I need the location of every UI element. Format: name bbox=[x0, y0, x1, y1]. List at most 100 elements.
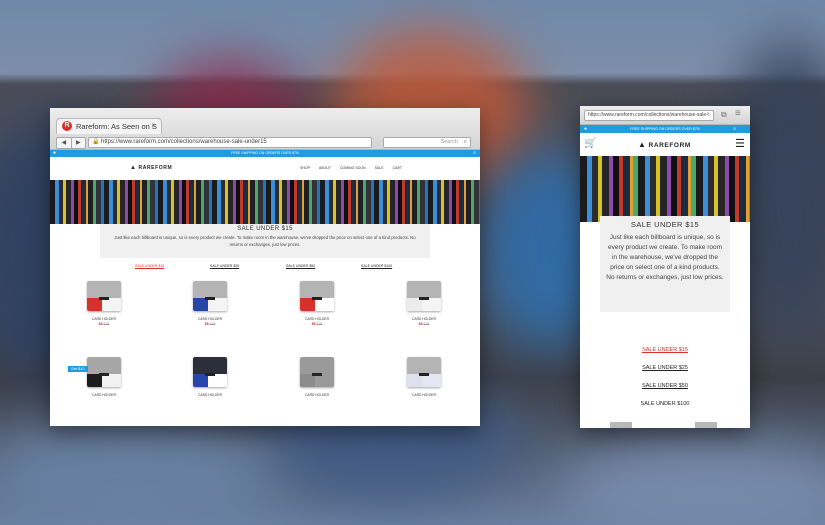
tabs-icon[interactable]: ⧉ bbox=[721, 110, 727, 120]
main-nav: SHOP ABOUT COMING SOON SALE CART bbox=[300, 166, 402, 170]
mobile-product-thumb[interactable] bbox=[610, 422, 632, 428]
nav-coming-soon[interactable]: COMING SOON bbox=[340, 166, 366, 170]
product-card[interactable]: CARD HOLDER $8 $28 bbox=[394, 281, 454, 326]
nav-sale[interactable]: SALE bbox=[375, 166, 384, 170]
original-price: $28 bbox=[209, 322, 216, 326]
product-name[interactable]: CARD HOLDER bbox=[287, 393, 347, 397]
mobile-rareform-logo[interactable]: RAREFORM bbox=[638, 140, 691, 149]
site-search-icon[interactable]: ⌕ bbox=[473, 150, 476, 157]
product-card[interactable]: CARD HOLDER bbox=[287, 357, 347, 398]
mobile-search-icon[interactable]: ⌕ bbox=[733, 125, 736, 133]
wallet-top bbox=[300, 357, 334, 374]
product-card[interactable]: CARD HOLDER bbox=[180, 357, 240, 398]
browser-menu-icon[interactable]: ≡ bbox=[735, 108, 741, 119]
collection-description: Just like each billboard is unique, so i… bbox=[114, 235, 416, 247]
search-icon: ⌕ bbox=[463, 139, 467, 145]
mobile-filter-under-50[interactable]: SALE UNDER $50 bbox=[580, 383, 750, 389]
product-image[interactable] bbox=[300, 281, 334, 311]
product-card[interactable]: CARD HOLDER $8 $28 bbox=[74, 281, 134, 326]
reload-icon[interactable]: ↻ bbox=[707, 111, 711, 120]
collection-intro: SALE UNDER $15 Just like each billboard … bbox=[100, 224, 430, 258]
mobile-product-thumb[interactable] bbox=[695, 422, 717, 428]
original-price: $28 bbox=[316, 322, 323, 326]
product-name[interactable]: CARD HOLDER bbox=[74, 393, 134, 397]
mobile-collection-heading: SALE UNDER $15 bbox=[630, 220, 700, 229]
collection-heading: SALE UNDER $15 bbox=[237, 226, 293, 232]
site-header: RAREFORM SHOP ABOUT COMING SOON SALE CAR… bbox=[50, 157, 480, 180]
desktop-browser-window: R Rareform: As Seen on S × ◀ ▶ 🔒 https:/… bbox=[50, 108, 480, 426]
wallet-label bbox=[99, 296, 109, 300]
product-card[interactable]: CARD HOLDER bbox=[394, 357, 454, 398]
product-image[interactable] bbox=[87, 281, 121, 311]
product-card[interactable]: CARD HOLDER $8 $28 bbox=[287, 281, 347, 326]
nav-about[interactable]: ABOUT bbox=[319, 166, 331, 170]
wallet-top bbox=[407, 281, 441, 298]
product-price: $8 $28 bbox=[287, 322, 347, 326]
product-name[interactable]: CARD HOLDER bbox=[394, 393, 454, 397]
sale-price: $8 bbox=[204, 322, 209, 326]
filter-under-50[interactable]: SALE UNDER $50 bbox=[286, 264, 315, 268]
nav-cart[interactable]: CART bbox=[393, 166, 402, 170]
mobile-filter-under-100[interactable]: SALE UNDER $100 bbox=[580, 401, 750, 405]
filter-under-15[interactable]: SALE UNDER $15 bbox=[135, 264, 164, 268]
wallet-label bbox=[419, 296, 429, 300]
tab-title: Rareform: As Seen on S bbox=[76, 122, 157, 131]
wallet-top bbox=[87, 281, 121, 298]
mobile-filter-under-25[interactable]: SALE UNDER $25 bbox=[580, 365, 750, 371]
product-image[interactable] bbox=[407, 357, 441, 387]
sale-price: $8 bbox=[311, 322, 316, 326]
lock-icon: 🔒 bbox=[92, 139, 100, 145]
product-name[interactable]: CARD HOLDER bbox=[74, 317, 134, 321]
mobile-site-header: 🛒 RAREFORM ☰ bbox=[580, 133, 750, 156]
mobile-user-icon[interactable]: ● bbox=[584, 125, 587, 133]
product-image[interactable] bbox=[193, 357, 227, 387]
product-card[interactable]: CARD HOLDER bbox=[74, 357, 134, 398]
product-name[interactable]: CARD HOLDER bbox=[180, 393, 240, 397]
product-image[interactable] bbox=[300, 357, 334, 387]
product-price: $8 $28 bbox=[394, 322, 454, 326]
get-10-badge[interactable]: Get $10 bbox=[68, 366, 88, 372]
mobile-browser-window: https://www.rareform.com/collections/war… bbox=[580, 106, 750, 428]
sale-price: $8 bbox=[418, 322, 423, 326]
wallet-top bbox=[87, 357, 121, 374]
mobile-shipping-text: FREE SHIPPING ON ORDERS OVER $75! bbox=[630, 127, 700, 131]
wallet-top bbox=[193, 281, 227, 298]
wallet-label bbox=[312, 296, 322, 300]
original-price: $28 bbox=[423, 322, 430, 326]
nav-shop[interactable]: SHOP bbox=[300, 166, 310, 170]
back-button[interactable]: ◀ bbox=[57, 138, 72, 148]
browser-chrome: R Rareform: As Seen on S × ◀ ▶ 🔒 https:/… bbox=[50, 108, 480, 150]
filter-under-100[interactable]: SALE UNDER $100 bbox=[361, 264, 392, 268]
mobile-collection-intro: SALE UNDER $15 Just like each billboard … bbox=[600, 216, 730, 312]
cart-icon[interactable]: 🛒 bbox=[584, 138, 596, 149]
browser-tab[interactable]: R Rareform: As Seen on S × bbox=[56, 118, 162, 134]
mobile-browser-chrome: https://www.rareform.com/collections/war… bbox=[580, 106, 750, 125]
address-bar[interactable]: 🔒 https://www.rareform.com/collections/w… bbox=[88, 137, 372, 148]
product-image[interactable] bbox=[193, 281, 227, 311]
product-name[interactable]: CARD HOLDER bbox=[287, 317, 347, 321]
filter-under-25[interactable]: SALE UNDER $25 bbox=[210, 264, 239, 268]
hamburger-menu-icon[interactable]: ☰ bbox=[735, 137, 745, 150]
mobile-address-bar[interactable]: https://www.rareform.com/collections/war… bbox=[584, 110, 714, 121]
mobile-filter-under-15[interactable]: SALE UNDER $15 bbox=[580, 347, 750, 353]
product-card[interactable]: CARD HOLDER $8 $28 bbox=[180, 281, 240, 326]
product-price: $8 $28 bbox=[180, 322, 240, 326]
forward-button[interactable]: ▶ bbox=[72, 138, 86, 148]
hero-banner-image bbox=[50, 180, 480, 224]
wallet-top bbox=[300, 281, 334, 298]
wallet-label bbox=[312, 372, 322, 376]
wallet-label bbox=[419, 372, 429, 376]
history-buttons: ◀ ▶ bbox=[56, 137, 86, 149]
product-image[interactable] bbox=[407, 281, 441, 311]
product-name[interactable]: CARD HOLDER bbox=[394, 317, 454, 321]
shipping-banner: ● FREE SHIPPING ON ORDERS OVER $75! ⌕ bbox=[50, 150, 480, 157]
product-name[interactable]: CARD HOLDER bbox=[180, 317, 240, 321]
wallet-top bbox=[193, 357, 227, 374]
user-icon[interactable]: ● bbox=[53, 150, 56, 157]
rareform-logo[interactable]: RAREFORM bbox=[130, 165, 172, 171]
product-image[interactable] bbox=[87, 357, 121, 387]
browser-search-field[interactable]: Search ⌕ bbox=[383, 137, 471, 148]
wallet-label bbox=[205, 296, 215, 300]
search-placeholder: Search bbox=[440, 139, 458, 145]
tab-close-icon[interactable]: × bbox=[151, 121, 156, 130]
